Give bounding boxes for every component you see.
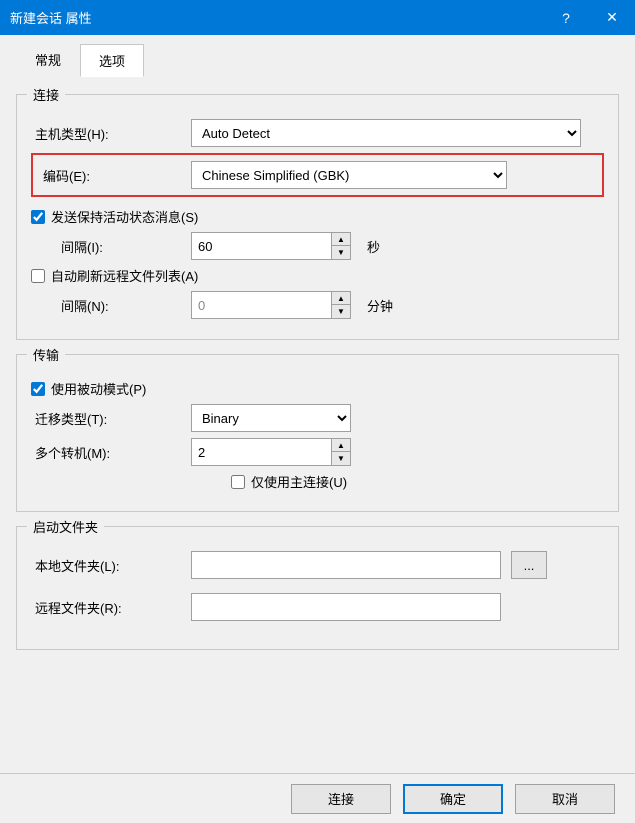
keepalive-checkbox-label: 发送保持活动状态消息(S) bbox=[51, 207, 198, 226]
dialog-footer: 连接 确定 取消 bbox=[0, 773, 635, 823]
connect-button[interactable]: 连接 bbox=[291, 784, 391, 814]
ok-button[interactable]: 确定 bbox=[403, 784, 503, 814]
tab-options[interactable]: 选项 bbox=[80, 44, 144, 77]
browse-local-button[interactable]: ... bbox=[511, 551, 547, 579]
title-bar: 新建会话 属性 ? ✕ bbox=[0, 0, 635, 35]
cancel-button[interactable]: 取消 bbox=[515, 784, 615, 814]
keepalive-interval-input[interactable] bbox=[191, 232, 331, 260]
encoding-highlight: 编码(E): Chinese Simplified (GBK) bbox=[31, 153, 604, 197]
spinner-down-icon[interactable]: ▼ bbox=[332, 452, 350, 465]
passive-checkbox[interactable]: 使用被动模式(P) bbox=[31, 379, 146, 398]
multi-label: 多个转机(M): bbox=[31, 443, 191, 462]
local-folder-input[interactable] bbox=[191, 551, 501, 579]
transfer-type-select[interactable]: Binary bbox=[191, 404, 351, 432]
autorefresh-checkbox-label: 自动刷新远程文件列表(A) bbox=[51, 266, 198, 285]
keepalive-interval-label: 间隔(I): bbox=[31, 237, 191, 256]
encoding-label: 编码(E): bbox=[39, 166, 191, 185]
spinner-up-icon[interactable]: ▲ bbox=[332, 233, 350, 246]
autorefresh-interval-spinner: ▲ ▼ bbox=[191, 291, 351, 319]
window-title: 新建会话 属性 bbox=[10, 8, 543, 27]
keepalive-checkbox[interactable]: 发送保持活动状态消息(S) bbox=[31, 207, 198, 226]
keepalive-interval-spinner[interactable]: ▲ ▼ bbox=[191, 232, 351, 260]
encoding-select[interactable]: Chinese Simplified (GBK) bbox=[191, 161, 507, 189]
multi-input[interactable] bbox=[191, 438, 331, 466]
tab-content: 连接 主机类型(H): Auto Detect 编码(E): Chinese S… bbox=[0, 76, 635, 773]
keepalive-unit: 秒 bbox=[367, 237, 380, 256]
passive-checkbox-label: 使用被动模式(P) bbox=[51, 379, 146, 398]
local-folder-label: 本地文件夹(L): bbox=[31, 556, 191, 575]
main-only-checkbox-input[interactable] bbox=[231, 475, 245, 489]
main-only-checkbox[interactable]: 仅使用主连接(U) bbox=[231, 472, 347, 491]
group-transfer-legend: 传输 bbox=[27, 345, 65, 364]
autorefresh-checkbox-input[interactable] bbox=[31, 269, 45, 283]
remote-folder-label: 远程文件夹(R): bbox=[31, 598, 191, 617]
group-startup: 启动文件夹 本地文件夹(L): ... 远程文件夹(R): bbox=[16, 526, 619, 650]
main-only-checkbox-label: 仅使用主连接(U) bbox=[251, 472, 347, 491]
close-button[interactable]: ✕ bbox=[589, 0, 635, 35]
group-startup-legend: 启动文件夹 bbox=[27, 517, 104, 536]
host-type-label: 主机类型(H): bbox=[31, 124, 191, 143]
group-connection: 连接 主机类型(H): Auto Detect 编码(E): Chinese S… bbox=[16, 94, 619, 340]
autorefresh-checkbox[interactable]: 自动刷新远程文件列表(A) bbox=[31, 266, 198, 285]
group-transfer: 传输 使用被动模式(P) 迁移类型(T): Binary 多个转机(M): bbox=[16, 354, 619, 512]
multi-spinner[interactable]: ▲ ▼ bbox=[191, 438, 351, 466]
spinner-down-icon: ▼ bbox=[332, 305, 350, 318]
help-button[interactable]: ? bbox=[543, 0, 589, 35]
transfer-type-label: 迁移类型(T): bbox=[31, 409, 191, 428]
remote-folder-input[interactable] bbox=[191, 593, 501, 621]
passive-checkbox-input[interactable] bbox=[31, 382, 45, 396]
autorefresh-interval-label: 间隔(N): bbox=[31, 296, 191, 315]
autorefresh-unit: 分钟 bbox=[367, 296, 393, 315]
group-connection-legend: 连接 bbox=[27, 85, 65, 104]
keepalive-checkbox-input[interactable] bbox=[31, 210, 45, 224]
spinner-up-icon: ▲ bbox=[332, 292, 350, 305]
autorefresh-interval-input bbox=[191, 291, 331, 319]
host-type-select[interactable]: Auto Detect bbox=[191, 119, 581, 147]
tab-bar: 常规 选项 bbox=[0, 35, 635, 76]
tab-general[interactable]: 常规 bbox=[16, 43, 80, 76]
spinner-up-icon[interactable]: ▲ bbox=[332, 439, 350, 452]
spinner-down-icon[interactable]: ▼ bbox=[332, 246, 350, 259]
